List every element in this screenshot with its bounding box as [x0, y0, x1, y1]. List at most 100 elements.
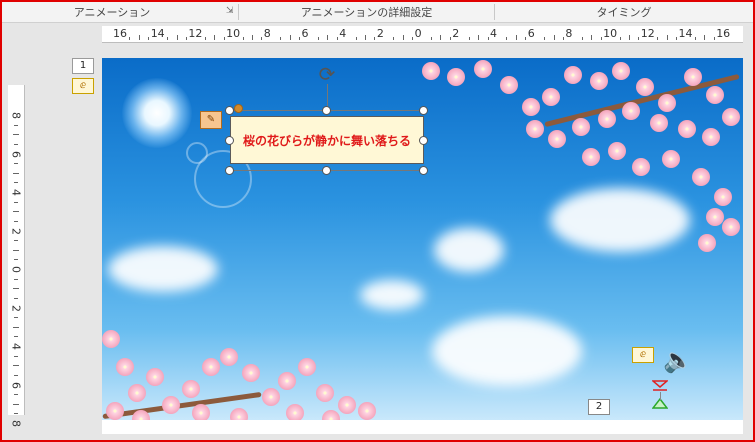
ruler-label: 0: [9, 266, 23, 273]
cherry-blossom: [622, 102, 640, 120]
adjust-handle[interactable]: [234, 104, 243, 113]
ruler-label: 10: [603, 27, 618, 40]
ruler-label: 10: [226, 27, 241, 40]
rotate-handle-icon[interactable]: ⟳: [317, 64, 337, 84]
resize-handle-right[interactable]: [419, 136, 428, 145]
slide-number-badge[interactable]: 1: [72, 58, 94, 74]
ruler-tick: [129, 37, 131, 40]
ruler-tick: [14, 259, 18, 261]
ruler-tick: [14, 394, 18, 396]
cherry-blossom: [522, 98, 540, 116]
ruler-tick: [713, 37, 715, 40]
animation-tag-icon[interactable]: ✎: [200, 111, 222, 129]
ruler-tick: [13, 326, 19, 328]
cherry-blossom: [706, 86, 724, 104]
cherry-blossom: [220, 348, 238, 366]
slide-animation-icon[interactable]: ⅇ: [72, 78, 94, 94]
ruler-tick: [289, 35, 291, 40]
ruler-label: 2: [9, 304, 23, 312]
ruler-tick: [412, 37, 414, 40]
ruler-label: 6: [301, 27, 309, 40]
cherry-blossom: [106, 402, 124, 420]
cloud-image: [550, 188, 690, 252]
cloud-image: [434, 228, 504, 272]
dialog-launcher-icon[interactable]: ⇲: [226, 7, 235, 16]
vertical-ruler[interactable]: 8 6 4 2 0 2 4 6 8: [8, 85, 25, 427]
ruler-tick: [600, 37, 602, 40]
ruler-tick: [14, 297, 18, 299]
resize-handle-bottom-left[interactable]: [225, 166, 234, 175]
ruler-tick: [365, 35, 367, 40]
resize-handle-top[interactable]: [322, 106, 331, 115]
ruler-tick: [402, 35, 404, 40]
group-label-timing: タイミング: [596, 6, 652, 19]
speaker-icon[interactable]: 🔈: [660, 346, 696, 374]
resize-handle-bottom-right[interactable]: [419, 166, 428, 175]
ruler-tick: [13, 249, 19, 251]
ruler-tick: [694, 37, 696, 40]
resize-handle-top-left[interactable]: [225, 106, 234, 115]
cherry-blossom: [636, 78, 654, 96]
ruler-tick: [336, 37, 338, 40]
ruler-label: 12: [188, 27, 203, 40]
ruler-label: 2: [9, 227, 23, 235]
ruler-label: 4: [9, 343, 23, 350]
cherry-blossom: [162, 396, 180, 414]
cherry-blossom: [582, 148, 600, 166]
sun-glow-image: [122, 78, 192, 148]
cherry-blossom: [447, 68, 465, 86]
ruler-tick: [374, 37, 376, 40]
cherry-blossom: [286, 404, 304, 420]
ruler-label: 12: [640, 27, 655, 40]
ruler-tick: [14, 201, 18, 203]
ruler-tick: [562, 37, 564, 40]
ruler-tick: [13, 134, 19, 136]
ruler-label: 6: [9, 150, 23, 158]
ruler-tick: [176, 35, 178, 40]
ruler-tick: [506, 37, 508, 40]
cherry-blossom: [146, 368, 164, 386]
cherry-blossom: [722, 108, 740, 126]
cherry-blossom: [714, 188, 732, 206]
trim-start-marker-icon[interactable]: [652, 380, 668, 392]
cherry-blossom: [116, 358, 134, 376]
ruler-tick: [704, 35, 706, 40]
cherry-blossom: [338, 396, 356, 414]
horizontal-ruler[interactable]: 16 14 12 10 8 6 4 2 0 2 4 6 8 10 12 14 16: [102, 26, 743, 43]
ruler-label: 14: [678, 27, 693, 40]
cherry-blossom: [262, 388, 280, 406]
ruler-tick: [280, 37, 282, 40]
ruler-label: 6: [9, 381, 23, 389]
audio-animation-icon[interactable]: ⅇ: [632, 347, 654, 363]
ruler-tick: [185, 37, 187, 40]
ruler-tick: [242, 37, 244, 40]
ruler-label: 0: [414, 27, 422, 40]
cherry-blossom: [702, 128, 720, 146]
animation-order-badge[interactable]: 2: [588, 399, 610, 415]
cherry-blossom: [572, 118, 590, 136]
resize-handle-bottom[interactable]: [322, 166, 331, 175]
cherry-blossom: [722, 218, 740, 236]
cherry-blossom: [102, 330, 120, 348]
cherry-blossom: [706, 208, 724, 226]
ruler-tick: [167, 37, 169, 40]
ruler-tick: [591, 35, 593, 40]
cherry-blossom: [242, 364, 260, 382]
cherry-blossom: [564, 66, 582, 84]
cherry-blossom: [542, 88, 560, 106]
marker-connector: [660, 392, 661, 400]
cherry-blossom: [316, 384, 334, 402]
resize-handle-left[interactable]: [225, 136, 234, 145]
slide-textbox[interactable]: 桜の花びらが静かに舞い落ちる: [230, 116, 424, 164]
ruler-tick: [581, 37, 583, 40]
resize-handle-top-right[interactable]: [419, 106, 428, 115]
cherry-blossom: [650, 114, 668, 132]
cherry-blossom: [692, 168, 710, 186]
cherry-blossom: [662, 150, 680, 168]
ruler-tick: [13, 403, 19, 405]
group-label-advanced-animation: アニメーションの詳細設定: [300, 6, 433, 19]
ruler-tick: [478, 35, 480, 40]
cherry-blossom: [598, 110, 616, 128]
cloud-image: [360, 280, 424, 310]
ruler-label: 16: [113, 27, 127, 40]
